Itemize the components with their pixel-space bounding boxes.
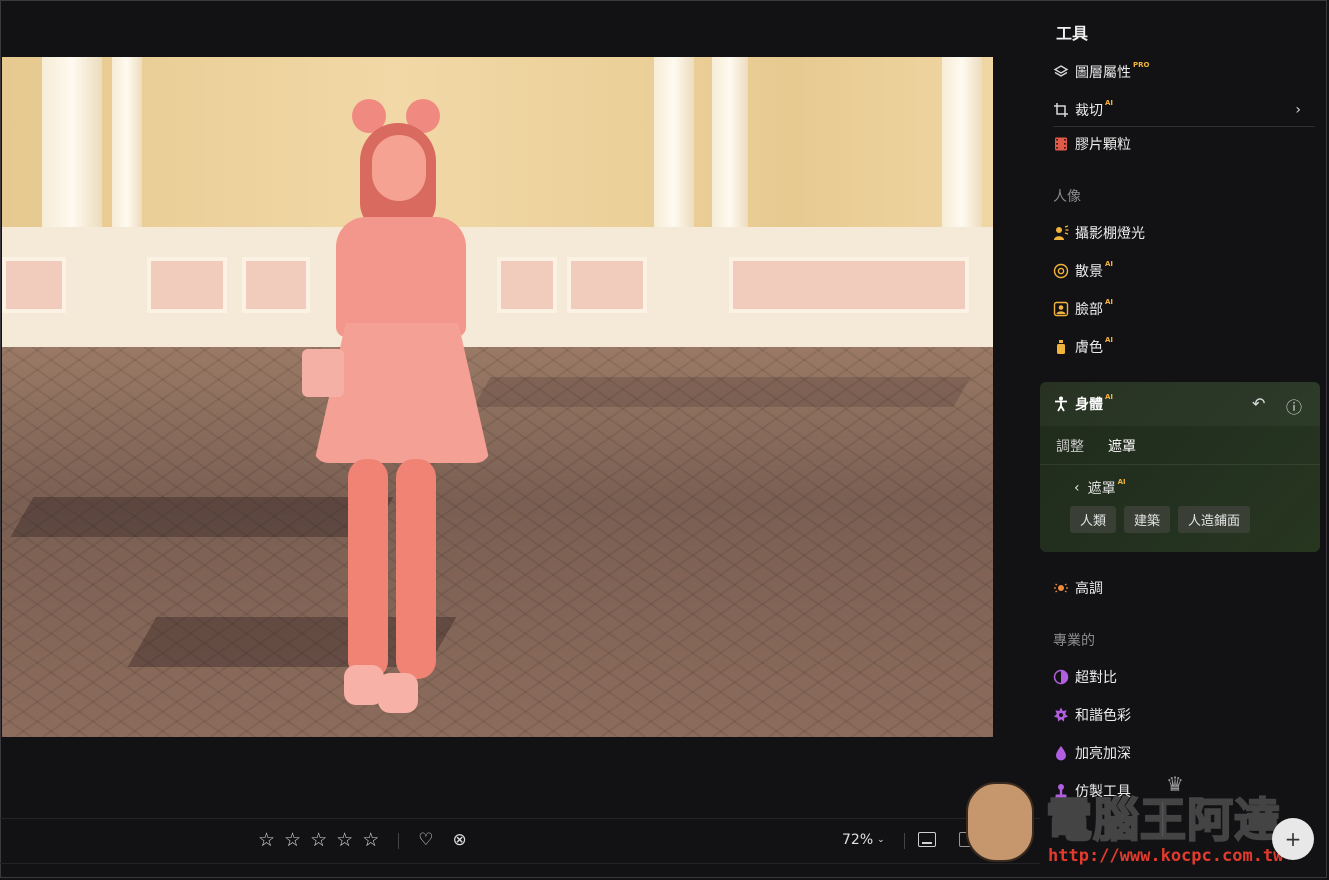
mask-chips: 人類 建築 人造鋪面 [1070, 506, 1251, 533]
chevron-right-icon: › [1295, 102, 1301, 118]
reject-icon[interactable]: ⊗ [452, 831, 466, 850]
photo-shadow [473, 377, 971, 407]
ai-badge: AI [1105, 260, 1114, 268]
mask-overlay-person [298, 99, 508, 719]
tool-label: 身體 [1075, 397, 1103, 413]
bottom-toolbar: ☆ ☆ ☆ ☆ ☆ ♡ ⊗ 72% ⌄ [0, 818, 1040, 864]
chip-paving[interactable]: 人造鋪面 [1178, 506, 1251, 533]
photo-panel [147, 257, 227, 313]
section-professional: 專業的 [1053, 633, 1095, 649]
chevron-down-icon: ⌄ [877, 835, 885, 845]
undo-icon[interactable]: ↶ [1252, 394, 1265, 413]
studio-light-icon [1053, 225, 1069, 241]
highlights-icon [1053, 580, 1069, 596]
mask-label: 遮罩 [1087, 481, 1116, 497]
chip-building[interactable]: 建築 [1124, 506, 1171, 533]
tool-label: 攝影棚燈光 [1075, 226, 1145, 242]
face-icon [1053, 301, 1069, 317]
layers-icon [1053, 64, 1069, 80]
body-icon [1053, 396, 1069, 412]
ai-badge: AI [1105, 99, 1114, 107]
clone-icon [1053, 783, 1069, 799]
bokeh-icon [1053, 263, 1069, 279]
photo-panel [567, 257, 647, 313]
tool-label: 圖層屬性 [1075, 65, 1131, 81]
body-tool-header[interactable]: 身體 AI ↶ ⓘ [1040, 382, 1320, 426]
skin-tone-icon [1053, 339, 1069, 355]
tool-clone[interactable]: 仿製工具 [1053, 780, 1315, 802]
divider [904, 833, 905, 849]
photo-canvas[interactable] [2, 57, 993, 737]
tab-adjust[interactable]: 調整 [1056, 436, 1084, 456]
tool-body[interactable]: 身體 AI [1053, 393, 1315, 415]
pro-badge: PRO [1133, 61, 1150, 69]
panel-title: 工具 [1056, 24, 1089, 43]
star-icon[interactable]: ☆ [310, 831, 327, 850]
tool-bokeh[interactable]: 散景 AI [1053, 260, 1315, 282]
star-icon[interactable]: ☆ [362, 831, 379, 850]
chip-human[interactable]: 人類 [1070, 506, 1117, 533]
leg-left [348, 459, 388, 679]
dress-top [336, 217, 466, 337]
star-icon[interactable]: ☆ [284, 831, 301, 850]
dodge-burn-icon [1053, 745, 1069, 761]
tools-panel: 工具 圖層屬性 PRO 裁切 AI › 膠片顆粒 人像 攝影棚燈光 散景 AI [1040, 0, 1329, 880]
split-view-icon[interactable] [959, 832, 973, 847]
tool-label: 膠片顆粒 [1075, 137, 1131, 153]
tool-face[interactable]: 臉部 AI [1053, 298, 1315, 320]
crop-icon [1053, 102, 1069, 118]
rating-stars: ☆ ☆ ☆ ☆ ☆ ♡ ⊗ [258, 831, 467, 850]
tool-highlights[interactable]: 高調 [1053, 577, 1315, 599]
tool-label: 膚色 [1075, 340, 1103, 356]
tool-layer-properties[interactable]: 圖層屬性 PRO [1053, 61, 1315, 83]
mask-back-button[interactable]: ‹ 遮罩 AI [1074, 478, 1126, 498]
tool-label: 裁切 [1075, 103, 1103, 119]
tool-label: 加亮加深 [1075, 746, 1131, 762]
photo-panel [729, 257, 969, 313]
tool-label: 臉部 [1075, 302, 1103, 318]
shoe-right [378, 673, 418, 713]
tool-label: 散景 [1075, 264, 1103, 280]
tool-label: 超對比 [1075, 670, 1117, 686]
tool-film-grain[interactable]: 膠片顆粒 [1053, 133, 1315, 155]
chevron-left-icon: ‹ [1074, 480, 1080, 496]
heart-icon[interactable]: ♡ [418, 831, 433, 850]
tab-mask[interactable]: 遮罩 [1108, 436, 1136, 456]
star-icon[interactable]: ☆ [258, 831, 275, 850]
photo-panel [2, 257, 66, 313]
ai-badge: AI [1117, 478, 1126, 486]
compare-icon[interactable] [918, 832, 936, 847]
star-icon[interactable]: ☆ [336, 831, 353, 850]
tool-label: 和諧色彩 [1075, 708, 1131, 724]
ai-badge: AI [1105, 336, 1114, 344]
info-icon[interactable]: ⓘ [1286, 394, 1302, 418]
separator [1040, 464, 1320, 465]
zoom-value: 72% [842, 832, 874, 848]
zoom-dropdown[interactable]: 72% ⌄ [842, 832, 885, 848]
tool-skin-tone[interactable]: 膚色 AI [1053, 336, 1315, 358]
tool-super-contrast[interactable]: 超對比 [1053, 666, 1315, 688]
tool-studio-light[interactable]: 攝影棚燈光 [1053, 222, 1315, 244]
tool-label: 高調 [1075, 581, 1103, 597]
separator [1053, 126, 1315, 127]
add-button[interactable]: + [1272, 818, 1314, 860]
film-grain-icon [1053, 136, 1069, 152]
tool-label: 仿製工具 [1075, 784, 1131, 800]
bag [302, 349, 344, 397]
color-harmony-icon [1053, 707, 1069, 723]
ai-badge: AI [1105, 298, 1114, 306]
face [372, 135, 426, 201]
section-portrait: 人像 [1053, 189, 1081, 205]
divider [398, 832, 400, 849]
tool-dodge-burn[interactable]: 加亮加深 [1053, 742, 1315, 764]
ai-badge: AI [1105, 393, 1114, 401]
leg-right [396, 459, 436, 679]
tool-color-harmony[interactable]: 和諧色彩 [1053, 704, 1315, 726]
body-tabs: 調整 遮罩 [1056, 436, 1136, 456]
tool-crop[interactable]: 裁切 AI › [1053, 99, 1315, 121]
body-tool-card: 身體 AI ↶ ⓘ 調整 遮罩 ‹ 遮罩 AI 人類 建築 人造鋪面 [1040, 382, 1320, 552]
super-contrast-icon [1053, 669, 1069, 685]
